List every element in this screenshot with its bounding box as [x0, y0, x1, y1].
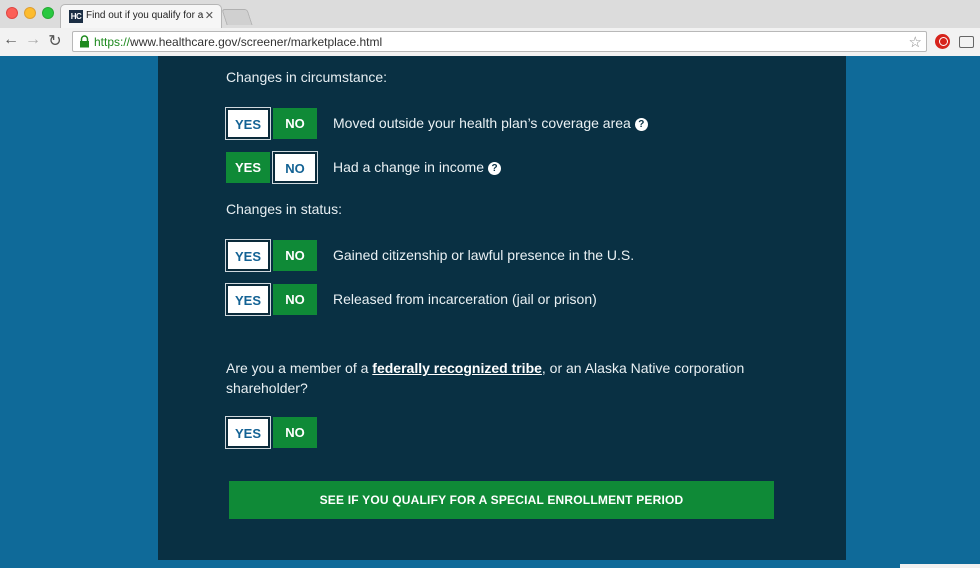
- help-icon[interactable]: ?: [634, 118, 648, 131]
- url-scheme: https://: [94, 35, 131, 49]
- incarceration-question-text: Released from incarceration (jail or pri…: [333, 291, 597, 307]
- incarceration-yes-button[interactable]: YES: [226, 284, 270, 315]
- reload-icon[interactable]: ↻: [46, 31, 64, 51]
- healthcare-favicon-icon: HC: [69, 10, 83, 23]
- url-path: www.healthcare.gov/screener/marketplace.…: [130, 35, 383, 49]
- moved-no-button[interactable]: NO: [273, 108, 317, 139]
- lock-icon: [80, 35, 89, 48]
- citizenship-no-button[interactable]: NO: [273, 240, 317, 271]
- moved-question-label: Moved outside your health plan’s coverag…: [333, 115, 631, 131]
- browser-chrome: HC Find out if you qualify for a ✕ ← → ↻…: [0, 0, 980, 56]
- income-no-button[interactable]: NO: [273, 152, 317, 183]
- income-question-text: Had a change in income?: [333, 159, 501, 175]
- zoom-window-button[interactable]: [42, 7, 54, 19]
- help-icon[interactable]: ?: [488, 162, 501, 175]
- tribe-question: Are you a member of a federally recogniz…: [226, 358, 786, 398]
- minimize-window-button[interactable]: [24, 7, 36, 19]
- citizenship-yes-button[interactable]: YES: [226, 240, 270, 271]
- extension-icon[interactable]: [935, 34, 950, 49]
- back-arrow-icon[interactable]: ←: [2, 31, 20, 49]
- moved-question-text: Moved outside your health plan’s coverag…: [333, 115, 648, 131]
- browser-tab[interactable]: HC Find out if you qualify for a ✕: [60, 4, 222, 28]
- citizenship-question-text: Gained citizenship or lawful presence in…: [333, 247, 635, 263]
- close-window-button[interactable]: [6, 7, 18, 19]
- bookmark-star-icon[interactable]: ☆: [909, 33, 922, 51]
- incarceration-no-button[interactable]: NO: [273, 284, 317, 315]
- url-text: https://www.healthcare.gov/screener/mark…: [94, 35, 382, 49]
- tab-close-icon[interactable]: ✕: [205, 9, 214, 22]
- tab-title: Find out if you qualify for a: [86, 10, 204, 21]
- tab-bar: HC Find out if you qualify for a ✕: [0, 0, 980, 28]
- new-tab-button[interactable]: [221, 9, 253, 25]
- income-question-label: Had a change in income: [333, 159, 484, 175]
- forward-arrow-icon[interactable]: →: [24, 31, 42, 49]
- status-label: Changes in status:: [226, 201, 342, 217]
- tribe-no-button[interactable]: NO: [273, 417, 317, 448]
- cast-icon[interactable]: [959, 36, 974, 48]
- tribe-question-prefix: Are you a member of a: [226, 360, 373, 376]
- address-bar[interactable]: https://www.healthcare.gov/screener/mark…: [72, 31, 927, 52]
- tribe-yes-button[interactable]: YES: [226, 417, 270, 448]
- special-enrollment-button[interactable]: SEE IF YOU QUALIFY FOR A SPECIAL ENROLLM…: [229, 481, 774, 519]
- moved-yes-button[interactable]: YES: [226, 108, 270, 139]
- circumstance-label: Changes in circumstance:: [226, 69, 388, 85]
- federally-recognized-tribe-link[interactable]: federally recognized tribe: [372, 360, 542, 376]
- bottom-strip: [900, 564, 980, 568]
- income-yes-button[interactable]: YES: [226, 152, 270, 183]
- browser-toolbar: ← → ↻ https://www.healthcare.gov/screene…: [0, 28, 980, 56]
